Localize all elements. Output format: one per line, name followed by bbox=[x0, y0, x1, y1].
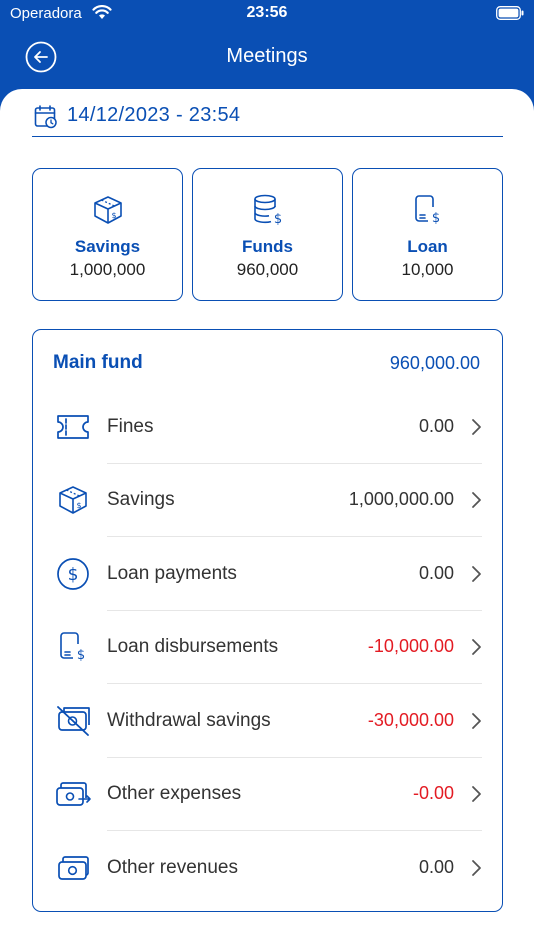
fund-row-savings[interactable]: $ Savings 1,000,000.00 bbox=[53, 464, 482, 537]
summary-label: Savings bbox=[74, 237, 141, 256]
chevron-right-icon bbox=[470, 712, 482, 730]
chevron-right-icon bbox=[470, 565, 482, 583]
page-title: Meetings bbox=[226, 45, 308, 67]
row-label: Withdrawal savings bbox=[107, 710, 271, 731]
fund-row-loan-payments[interactable]: $ Loan payments 0.00 bbox=[53, 538, 482, 611]
status-bar: Operadora 23:56 bbox=[0, 0, 534, 30]
loan-device-icon: $ bbox=[353, 193, 502, 227]
cash-icon bbox=[53, 850, 93, 886]
row-label: Loan disbursements bbox=[107, 636, 279, 657]
summary-card-funds[interactable]: $ Funds 960,000 bbox=[192, 168, 343, 301]
battery-icon bbox=[496, 6, 524, 25]
summary-card-loan[interactable]: $ Loan 10,000 bbox=[352, 168, 503, 301]
row-label: Fines bbox=[107, 416, 154, 437]
fund-row-fines[interactable]: Fines 0.00 bbox=[53, 391, 482, 464]
chevron-right-icon bbox=[470, 491, 482, 509]
savings-box-icon: $ bbox=[53, 482, 93, 518]
row-label: Loan payments bbox=[107, 563, 237, 584]
row-amount: 0.00 bbox=[418, 416, 454, 436]
svg-text:$: $ bbox=[431, 211, 439, 226]
main-fund-value: 960,000.00 bbox=[389, 353, 480, 373]
row-amount: 0.00 bbox=[418, 857, 454, 877]
fund-row-other-expenses[interactable]: Other expenses -0.00 bbox=[53, 758, 482, 831]
svg-text:$: $ bbox=[273, 212, 281, 227]
main-fund-title: Main fund bbox=[53, 352, 143, 373]
row-label: Other revenues bbox=[107, 857, 238, 878]
dollar-circle-icon: $ bbox=[53, 556, 93, 592]
nav-bar: Meetings bbox=[0, 30, 534, 88]
row-amount: 0.00 bbox=[418, 563, 454, 583]
main-fund-card: Main fund 960,000.00 Fines 0.00 $ Saving… bbox=[32, 329, 503, 912]
row-amount: -10,000.00 bbox=[367, 636, 454, 656]
summary-value: 1,000,000 bbox=[69, 260, 146, 279]
row-amount: -0.00 bbox=[412, 783, 454, 803]
calendar-clock-icon bbox=[34, 105, 58, 134]
svg-text:$: $ bbox=[77, 648, 85, 663]
chevron-right-icon bbox=[470, 859, 482, 877]
chevron-right-icon bbox=[470, 638, 482, 656]
summary-label: Funds bbox=[242, 237, 293, 256]
coins-stack-icon: $ bbox=[193, 193, 342, 227]
clock: 23:56 bbox=[246, 4, 288, 21]
row-amount: 1,000,000.00 bbox=[348, 489, 454, 509]
no-cash-icon bbox=[53, 703, 93, 739]
fund-row-withdrawal-savings[interactable]: Withdrawal savings -30,000.00 bbox=[53, 685, 482, 758]
meeting-date-field[interactable]: 14/12/2023 - 23:54 bbox=[32, 103, 503, 137]
summary-value: 960,000 bbox=[236, 260, 299, 279]
meeting-date-value: 14/12/2023 - 23:54 bbox=[67, 104, 241, 126]
savings-box-icon: $ bbox=[33, 193, 182, 227]
ticket-icon bbox=[53, 409, 93, 445]
cash-out-icon bbox=[53, 776, 93, 812]
svg-text:$: $ bbox=[68, 565, 79, 585]
svg-text:$: $ bbox=[111, 211, 116, 220]
row-label: Other expenses bbox=[107, 783, 242, 804]
svg-text:$: $ bbox=[76, 501, 81, 510]
fund-row-other-revenues[interactable]: Other revenues 0.00 bbox=[53, 832, 482, 905]
content-sheet: 14/12/2023 - 23:54 $ Savings 1,000,000 $… bbox=[0, 89, 534, 950]
row-amount: -30,000.00 bbox=[367, 710, 454, 730]
loan-device-icon: $ bbox=[53, 629, 93, 665]
fund-row-loan-disbursements[interactable]: $ Loan disbursements -10,000.00 bbox=[53, 611, 482, 684]
chevron-right-icon bbox=[470, 418, 482, 436]
summary-label: Loan bbox=[407, 237, 448, 256]
summary-card-savings[interactable]: $ Savings 1,000,000 bbox=[32, 168, 183, 301]
row-label: Savings bbox=[107, 489, 175, 510]
summary-value: 10,000 bbox=[401, 260, 454, 279]
chevron-right-icon bbox=[470, 785, 482, 803]
